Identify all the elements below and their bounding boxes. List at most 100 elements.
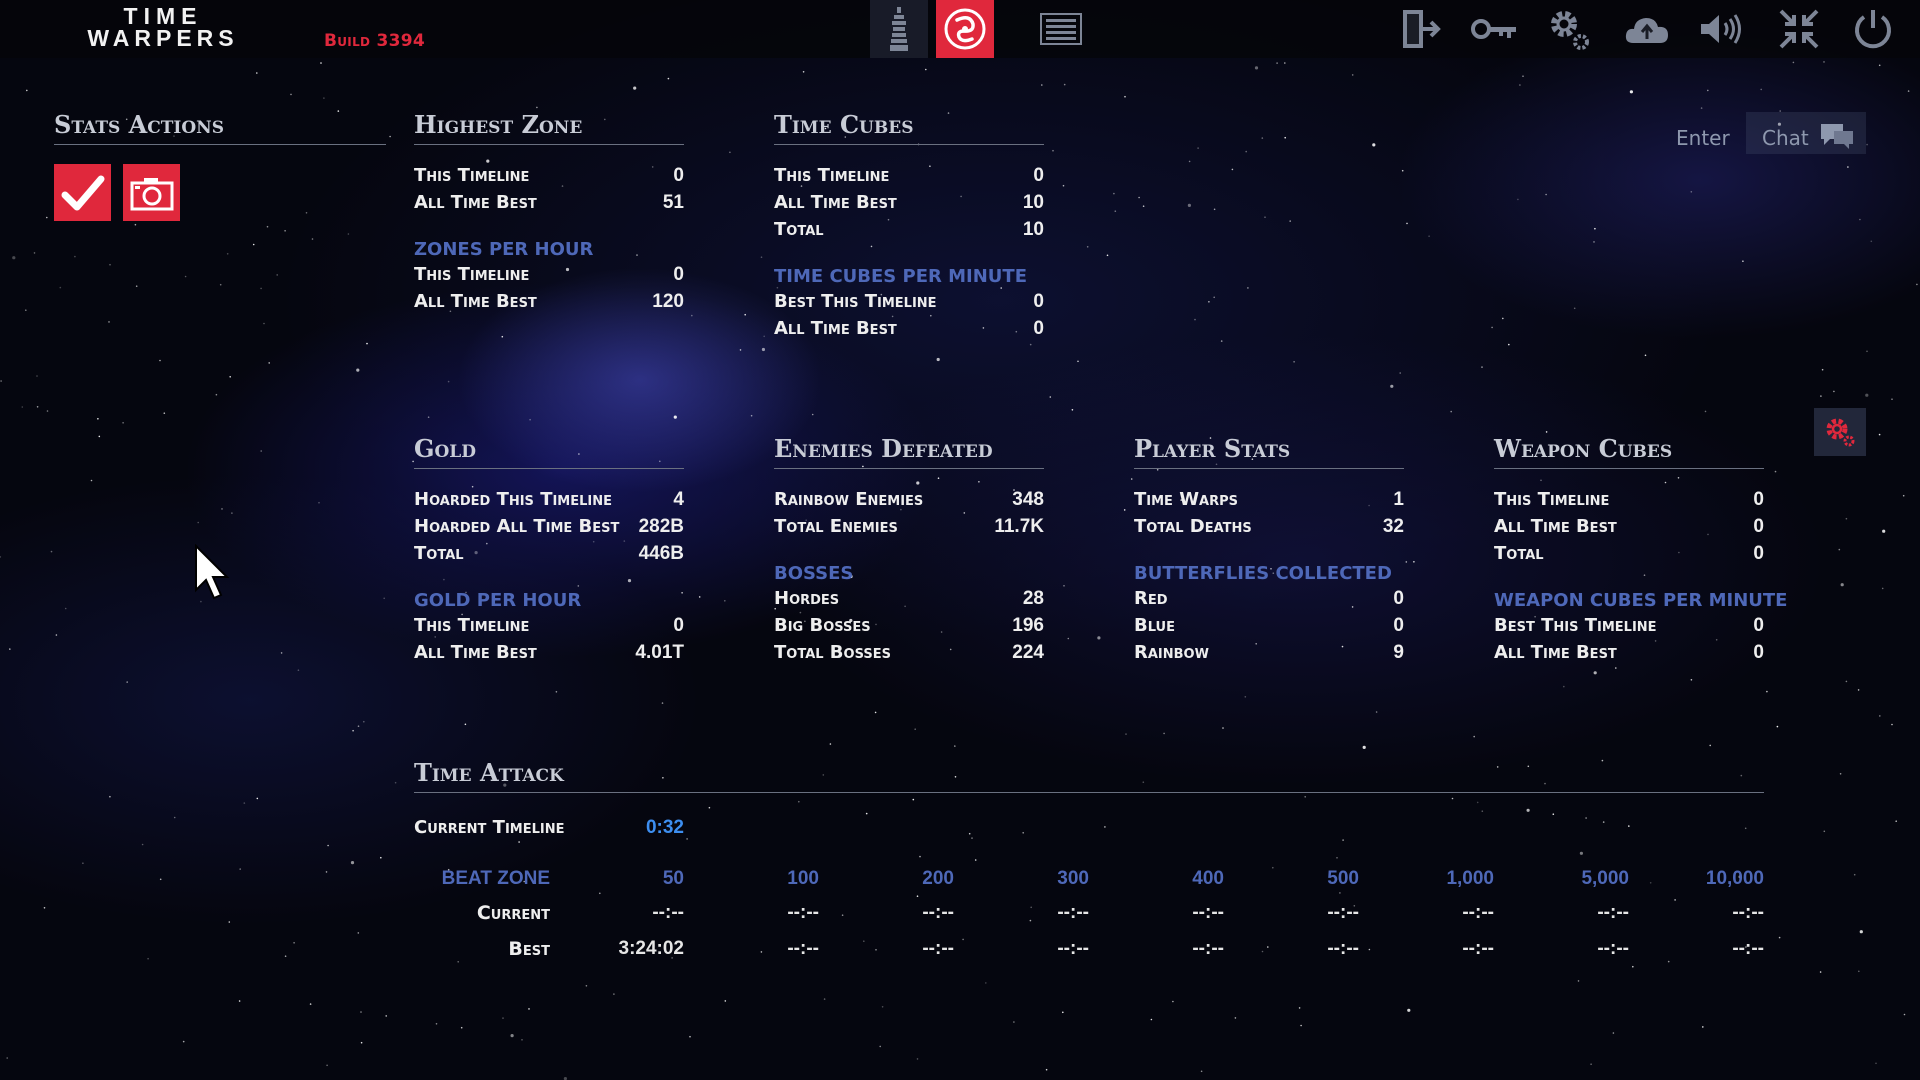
stat-row: Total 0 bbox=[1494, 540, 1764, 567]
stat-label: Hoarded All Time Best bbox=[414, 516, 620, 537]
stat-value: 4 bbox=[673, 488, 684, 510]
time-cubes-per-minute-subhead: TIME CUBES PER MINUTE bbox=[774, 266, 1028, 287]
list-icon bbox=[1040, 13, 1082, 45]
stat-value: 0 bbox=[1753, 542, 1764, 564]
butterflies-collected-subhead: BUTTERFLIES COLLECTED bbox=[1134, 563, 1392, 584]
stat-value: 9 bbox=[1393, 641, 1404, 663]
time-cubes-title: Time Cubes bbox=[774, 110, 914, 139]
stat-row: Total 446B bbox=[414, 540, 684, 567]
enter-label[interactable]: Enter bbox=[1676, 120, 1730, 156]
checkmark-icon bbox=[61, 175, 104, 210]
stat-row: Total Deaths 32 bbox=[1134, 513, 1404, 540]
current-time-cell: --:-- bbox=[652, 902, 684, 923]
cloud-upload-icon bbox=[1625, 18, 1668, 43]
stat-value: 1 bbox=[1393, 488, 1404, 510]
stat-row: This Timeline 0 bbox=[774, 162, 1044, 189]
stats-actions-divider bbox=[54, 144, 386, 145]
stat-row: Time Warps 1 bbox=[1134, 486, 1404, 513]
beat-zone-column-header: 100 bbox=[787, 868, 819, 889]
logo-line-1: TIME bbox=[123, 3, 203, 29]
current-timeline-row: Current Timeline 0:32 bbox=[414, 814, 684, 841]
game-logo: TIME WARPERS bbox=[68, 3, 258, 51]
weapon-cubes-title: Weapon Cubes bbox=[1494, 434, 1673, 463]
stat-label: Total bbox=[414, 543, 464, 564]
stat-row: Total 10 bbox=[774, 216, 1044, 243]
gold-divider bbox=[414, 468, 684, 469]
stats-tab-button[interactable] bbox=[936, 0, 994, 58]
bosses-subhead: BOSSES bbox=[774, 563, 854, 584]
stat-row: Best This Timeline 0 bbox=[774, 288, 1044, 315]
best-row-label: Best bbox=[508, 938, 550, 960]
collapse-button[interactable] bbox=[1770, 0, 1828, 58]
stat-value: 0 bbox=[1753, 641, 1764, 663]
stats-settings-button[interactable] bbox=[1814, 408, 1866, 456]
list-button[interactable] bbox=[1032, 0, 1090, 58]
stat-value: 0 bbox=[673, 614, 684, 636]
stat-label: Hoarded This Timeline bbox=[414, 489, 613, 510]
power-icon bbox=[1855, 10, 1891, 49]
settings-button[interactable] bbox=[1540, 0, 1598, 58]
stat-row: Total Enemies 11.7K bbox=[774, 513, 1044, 540]
camera-icon bbox=[130, 177, 173, 210]
red-gear-icon bbox=[1826, 418, 1855, 447]
beat-zone-column-header: 1,000 bbox=[1446, 868, 1494, 889]
time-attack-title: Time Attack bbox=[414, 758, 564, 787]
chat-bubbles-icon[interactable] bbox=[1820, 122, 1854, 150]
stat-label: Total Bosses bbox=[774, 642, 891, 663]
current-time-cell: --:-- bbox=[1462, 902, 1494, 923]
current-timeline-timer: 0:32 bbox=[645, 816, 684, 838]
stat-label: Time Warps bbox=[1134, 489, 1239, 510]
stat-row: All Time Best 4.01T bbox=[414, 639, 684, 666]
stat-row: This Timeline 0 bbox=[1494, 486, 1764, 513]
enemies-defeated-title: Enemies Defeated bbox=[774, 434, 993, 463]
stat-label: Rainbow bbox=[1134, 642, 1209, 663]
beat-zone-column-header: 300 bbox=[1057, 868, 1089, 889]
weapon-cubes-divider bbox=[1494, 468, 1764, 469]
confirm-stats-button[interactable] bbox=[54, 164, 111, 221]
exit-button[interactable] bbox=[1392, 0, 1450, 58]
tower-button[interactable] bbox=[870, 0, 928, 58]
stat-value: 224 bbox=[1012, 641, 1044, 663]
stat-label: Total bbox=[774, 219, 824, 240]
current-time-cell: --:-- bbox=[1192, 902, 1224, 923]
chat-label[interactable]: Chat bbox=[1762, 120, 1809, 156]
exit-door-icon bbox=[1403, 10, 1441, 48]
stat-value: 0 bbox=[673, 263, 684, 285]
stat-label: Total Deaths bbox=[1134, 516, 1252, 537]
stat-label: Best This Timeline bbox=[1494, 615, 1657, 636]
stat-label: This Timeline bbox=[414, 165, 530, 186]
stat-value: 0 bbox=[1393, 614, 1404, 636]
volume-button[interactable] bbox=[1692, 0, 1750, 58]
best-time-cell: --:-- bbox=[787, 938, 819, 959]
stat-row: Best This Timeline 0 bbox=[1494, 612, 1764, 639]
beat-zone-column-header: 50 bbox=[662, 868, 684, 889]
stat-label: Blue bbox=[1134, 615, 1175, 636]
current-time-cell: --:-- bbox=[1057, 902, 1089, 923]
stat-label: Total bbox=[1494, 543, 1544, 564]
logo-line-2: WARPERS bbox=[87, 25, 239, 51]
stat-row: This Timeline 0 bbox=[414, 162, 684, 189]
highest-zone-divider bbox=[414, 144, 684, 145]
settings-gears-icon bbox=[1551, 11, 1589, 50]
current-time-cell: --:-- bbox=[787, 902, 819, 923]
stat-value: 196 bbox=[1012, 614, 1044, 636]
key-button[interactable] bbox=[1466, 0, 1524, 58]
stat-value: 282B bbox=[638, 515, 684, 537]
power-button[interactable] bbox=[1844, 0, 1902, 58]
stat-value: 120 bbox=[652, 290, 684, 312]
stat-value: 28 bbox=[1022, 587, 1044, 609]
stat-value: 0 bbox=[1753, 614, 1764, 636]
screenshot-button[interactable] bbox=[123, 164, 180, 221]
stat-row: This Timeline 0 bbox=[414, 612, 684, 639]
stat-value: 0 bbox=[1393, 587, 1404, 609]
stat-row: Red 0 bbox=[1134, 585, 1404, 612]
cloud-save-button[interactable] bbox=[1618, 0, 1676, 58]
stat-row: All Time Best 0 bbox=[774, 315, 1044, 342]
stat-label: This Timeline bbox=[414, 264, 530, 285]
current-row-label: Current bbox=[476, 902, 550, 924]
stat-label: All Time Best bbox=[774, 192, 897, 213]
stats-actions-title: Stats Actions bbox=[54, 110, 224, 139]
stat-label: All Time Best bbox=[1494, 642, 1617, 663]
stat-value: 51 bbox=[662, 191, 684, 213]
stat-row: All Time Best 0 bbox=[1494, 513, 1764, 540]
